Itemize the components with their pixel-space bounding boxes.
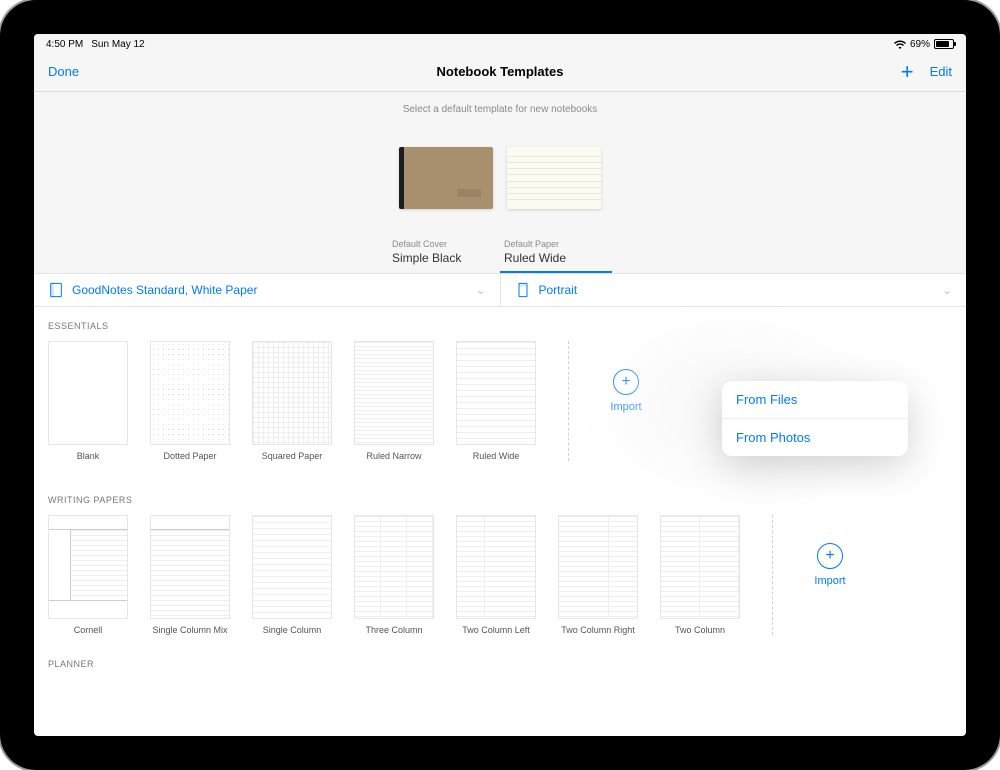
done-button[interactable]: Done bbox=[48, 64, 79, 79]
template-dotted[interactable]: Dotted Paper bbox=[150, 341, 230, 461]
orientation-filter[interactable]: Portrait ⌄ bbox=[500, 274, 967, 306]
chevron-down-icon: ⌄ bbox=[475, 283, 485, 297]
import-label: Import bbox=[805, 575, 855, 587]
template-single-column-mix[interactable]: Single Column Mix bbox=[150, 515, 230, 635]
writing-row: Cornell Single Column Mix Single Column … bbox=[48, 515, 952, 635]
template-two-column-right[interactable]: Two Column Right bbox=[558, 515, 638, 635]
paper-icon bbox=[48, 282, 64, 298]
import-from-files[interactable]: From Files bbox=[722, 381, 908, 418]
add-button[interactable]: + bbox=[901, 59, 914, 85]
template-list: ESSENTIALS Blank Dotted Paper Squared Pa… bbox=[34, 307, 966, 679]
default-cover-preview[interactable] bbox=[399, 147, 493, 209]
wifi-icon bbox=[894, 40, 906, 49]
import-essentials-button[interactable]: + Import bbox=[601, 369, 651, 413]
template-ruled-wide[interactable]: Ruled Wide bbox=[456, 341, 536, 461]
status-time: 4:50 PM bbox=[46, 39, 83, 50]
divider bbox=[568, 341, 569, 461]
status-bar: 4:50 PM Sun May 12 69% bbox=[34, 34, 966, 52]
import-popover: From Files From Photos bbox=[722, 381, 908, 456]
page-title: Notebook Templates bbox=[34, 64, 966, 79]
plus-circle-icon: + bbox=[613, 369, 639, 395]
tab-value: Simple Black bbox=[392, 251, 496, 265]
orientation-filter-label: Portrait bbox=[539, 283, 578, 297]
template-three-column[interactable]: Three Column bbox=[354, 515, 434, 635]
template-single-column[interactable]: Single Column bbox=[252, 515, 332, 635]
hero: Select a default template for new notebo… bbox=[34, 92, 966, 273]
tab-label: Default Paper bbox=[504, 239, 608, 249]
template-two-column[interactable]: Two Column bbox=[660, 515, 740, 635]
orientation-icon bbox=[515, 282, 531, 298]
section-header-planner: PLANNER bbox=[48, 659, 952, 669]
edit-button[interactable]: Edit bbox=[930, 64, 952, 79]
battery-percent: 69% bbox=[910, 39, 930, 50]
template-cornell[interactable]: Cornell bbox=[48, 515, 128, 635]
paper-filter[interactable]: GoodNotes Standard, White Paper ⌄ bbox=[34, 274, 500, 306]
section-header-essentials: ESSENTIALS bbox=[48, 321, 952, 331]
tab-default-cover[interactable]: Default Cover Simple Black bbox=[388, 239, 500, 273]
divider bbox=[772, 515, 773, 635]
screen: 4:50 PM Sun May 12 69% Done Notebook Tem… bbox=[34, 34, 966, 736]
default-paper-preview[interactable] bbox=[507, 147, 601, 209]
filter-row: GoodNotes Standard, White Paper ⌄ Portra… bbox=[34, 273, 966, 307]
import-writing-button[interactable]: + Import bbox=[805, 543, 855, 587]
nav-bar: Done Notebook Templates + Edit bbox=[34, 52, 966, 92]
tab-label: Default Cover bbox=[392, 239, 496, 249]
plus-circle-icon: + bbox=[817, 543, 843, 569]
hero-subtitle: Select a default template for new notebo… bbox=[34, 104, 966, 115]
import-label: Import bbox=[601, 401, 651, 413]
template-squared[interactable]: Squared Paper bbox=[252, 341, 332, 461]
template-blank[interactable]: Blank bbox=[48, 341, 128, 461]
status-date: Sun May 12 bbox=[91, 39, 144, 50]
tab-default-paper[interactable]: Default Paper Ruled Wide bbox=[500, 239, 612, 273]
paper-filter-label: GoodNotes Standard, White Paper bbox=[72, 283, 257, 297]
import-from-photos[interactable]: From Photos bbox=[722, 418, 908, 456]
battery-icon bbox=[934, 39, 954, 49]
chevron-down-icon: ⌄ bbox=[942, 283, 952, 297]
ipad-frame: 4:50 PM Sun May 12 69% Done Notebook Tem… bbox=[0, 0, 1000, 770]
template-two-column-left[interactable]: Two Column Left bbox=[456, 515, 536, 635]
template-ruled-narrow[interactable]: Ruled Narrow bbox=[354, 341, 434, 461]
section-header-writing: WRITING PAPERS bbox=[48, 495, 952, 505]
tab-value: Ruled Wide bbox=[504, 251, 608, 265]
